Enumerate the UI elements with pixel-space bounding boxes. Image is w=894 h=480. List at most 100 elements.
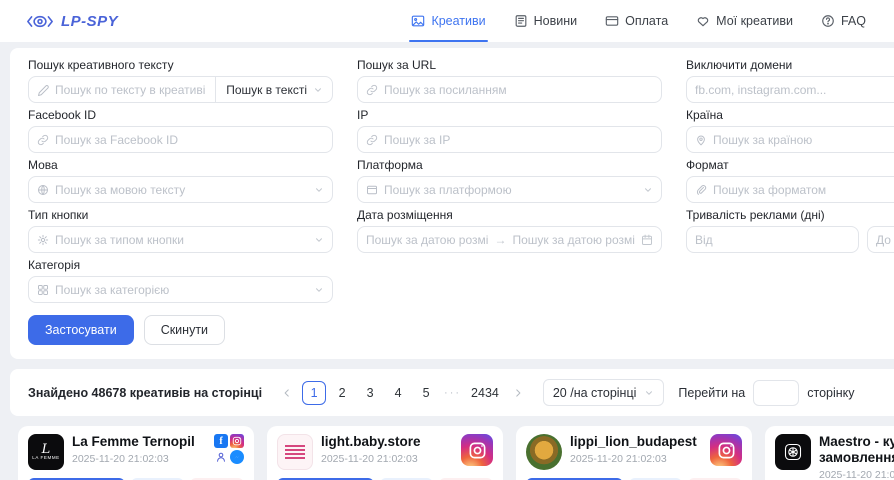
logo[interactable]: LP-SPY	[26, 13, 118, 30]
filter-country: Країна	[686, 108, 894, 153]
creative-card[interactable]: Maestro - кухні, меблі на замовлення в У…	[765, 426, 894, 480]
page: LP-SPY Креативи Новини Оплата	[0, 0, 894, 480]
creative-timestamp: 2025-11-20 21:02:03	[72, 453, 206, 465]
filter-ad-duration: Тривалість реклами (дні)	[686, 208, 894, 253]
pencil-icon	[37, 84, 49, 96]
advertiser-name: light.baby.store	[321, 434, 453, 450]
arrow-right-icon: →	[495, 233, 507, 247]
instagram-icon[interactable]	[230, 434, 244, 448]
page-size-select[interactable]: 20 /на сторінці	[543, 379, 665, 406]
next-page-button[interactable]	[507, 381, 529, 405]
nav-item-faq[interactable]: FAQ	[821, 0, 866, 42]
news-icon	[514, 14, 528, 28]
country-input[interactable]	[713, 133, 894, 147]
nav-label: Оплата	[625, 14, 668, 28]
creative-cards-row: L LA FEMME La Femme Ternopil 2025-11-20 …	[18, 426, 894, 480]
chevron-down-icon	[313, 85, 323, 95]
filters-panel: Пошук креативного тексту Пошук в тексті …	[10, 48, 894, 359]
creative-text-input[interactable]	[55, 83, 209, 97]
creative-card[interactable]: lippi_lion_budapest 2025-11-20 21:02:03 …	[516, 426, 752, 480]
page-button-1[interactable]: 1	[302, 381, 326, 405]
pagination-ellipsis[interactable]: ···	[442, 387, 463, 399]
field-label: Мова	[28, 158, 333, 172]
apply-button[interactable]: Застосувати	[28, 315, 134, 345]
advertiser-name: Maestro - кухні, меблі на замовлення в У…	[819, 434, 894, 466]
page-button-2[interactable]: 2	[330, 381, 354, 405]
link-icon	[366, 84, 378, 96]
format-input[interactable]	[713, 183, 894, 197]
filter-placement-date: Дата розміщення →	[357, 208, 662, 253]
field-label: Пошук креативного тексту	[28, 58, 333, 72]
page-button-last[interactable]: 2434	[467, 381, 503, 405]
results-summary: Знайдено 48678 креативів на сторінці	[28, 386, 262, 400]
text-search-mode-select[interactable]: Пошук в тексті	[215, 77, 332, 102]
filter-creative-text: Пошук креативного тексту Пошук в тексті	[28, 58, 333, 103]
creative-timestamp: 2025-11-20 21:02:03	[819, 469, 894, 480]
goto-page-suffix: сторінку	[807, 386, 854, 400]
nav-label: FAQ	[841, 14, 866, 28]
pagination: 1 2 3 4 5 ··· 2434	[276, 381, 529, 405]
nav-item-creatives[interactable]: Креативи	[411, 0, 485, 42]
page-button-5[interactable]: 5	[414, 381, 438, 405]
field-label: Країна	[686, 108, 894, 122]
date-from-input[interactable]	[366, 233, 489, 247]
translate-icon	[37, 184, 49, 196]
chevron-down-icon[interactable]	[314, 285, 324, 295]
filter-button-type: Тип кнопки	[28, 208, 333, 253]
avatar-initial: L	[42, 444, 51, 455]
avatar-text: LA FEMME	[32, 455, 60, 460]
exclude-domains-input[interactable]	[695, 83, 894, 97]
facebook-id-input[interactable]	[55, 133, 324, 147]
messenger-icon[interactable]	[230, 450, 244, 464]
filter-ip: IP	[357, 108, 662, 153]
text-search-mode-value: Пошук в тексті	[226, 83, 307, 97]
link-icon	[37, 134, 49, 146]
nav-item-payment[interactable]: Оплата	[605, 0, 668, 42]
ip-input[interactable]	[384, 133, 653, 147]
reset-button[interactable]: Скинути	[144, 315, 225, 345]
location-pin-icon	[695, 134, 707, 146]
page-button-4[interactable]: 4	[386, 381, 410, 405]
calendar-icon[interactable]	[641, 234, 653, 246]
nav-label: Креативи	[431, 14, 485, 28]
instagram-icon[interactable]	[710, 434, 742, 466]
category-input[interactable]	[55, 283, 308, 297]
nav-label: Новини	[534, 14, 578, 28]
main-nav: Креативи Новини Оплата Мої креативи	[411, 0, 866, 42]
duration-to-input[interactable]	[876, 233, 894, 247]
filter-language: Мова	[28, 158, 333, 203]
nav-item-my-creatives[interactable]: Мої креативи	[696, 0, 793, 42]
field-label: IP	[357, 108, 662, 122]
platform-input[interactable]	[384, 183, 637, 197]
field-label: Платформа	[357, 158, 662, 172]
nav-label: Мої креативи	[716, 14, 793, 28]
chevron-down-icon[interactable]	[314, 235, 324, 245]
instagram-icon[interactable]	[461, 434, 493, 466]
maestro-logo	[783, 442, 803, 462]
nav-item-news[interactable]: Новини	[514, 0, 578, 42]
gear-icon	[37, 234, 49, 246]
goto-page-input[interactable]	[753, 380, 799, 406]
page-button-3[interactable]: 3	[358, 381, 382, 405]
eye-logo-icon	[26, 13, 54, 30]
grid-icon	[37, 284, 49, 296]
prev-page-button[interactable]	[276, 381, 298, 405]
creative-card[interactable]: L LA FEMME La Femme Ternopil 2025-11-20 …	[18, 426, 254, 480]
creative-card[interactable]: light.baby.store 2025-11-20 21:02:03 3 d…	[267, 426, 503, 480]
filter-exclude-domains: Виключити домени	[686, 58, 894, 103]
button-type-input[interactable]	[55, 233, 308, 247]
paperclip-icon	[695, 184, 707, 196]
duration-from-input[interactable]	[695, 233, 850, 247]
facebook-icon[interactable]	[214, 434, 228, 448]
language-input[interactable]	[55, 183, 308, 197]
creative-timestamp: 2025-11-20 21:02:03	[570, 453, 702, 465]
field-label: Пошук за URL	[357, 58, 662, 72]
date-to-input[interactable]	[513, 233, 636, 247]
field-label: Формат	[686, 158, 894, 172]
chevron-down-icon[interactable]	[643, 185, 653, 195]
profile-icon[interactable]	[214, 450, 228, 464]
heart-icon	[696, 14, 710, 28]
link-icon	[366, 134, 378, 146]
chevron-down-icon[interactable]	[314, 185, 324, 195]
url-input[interactable]	[384, 83, 653, 97]
